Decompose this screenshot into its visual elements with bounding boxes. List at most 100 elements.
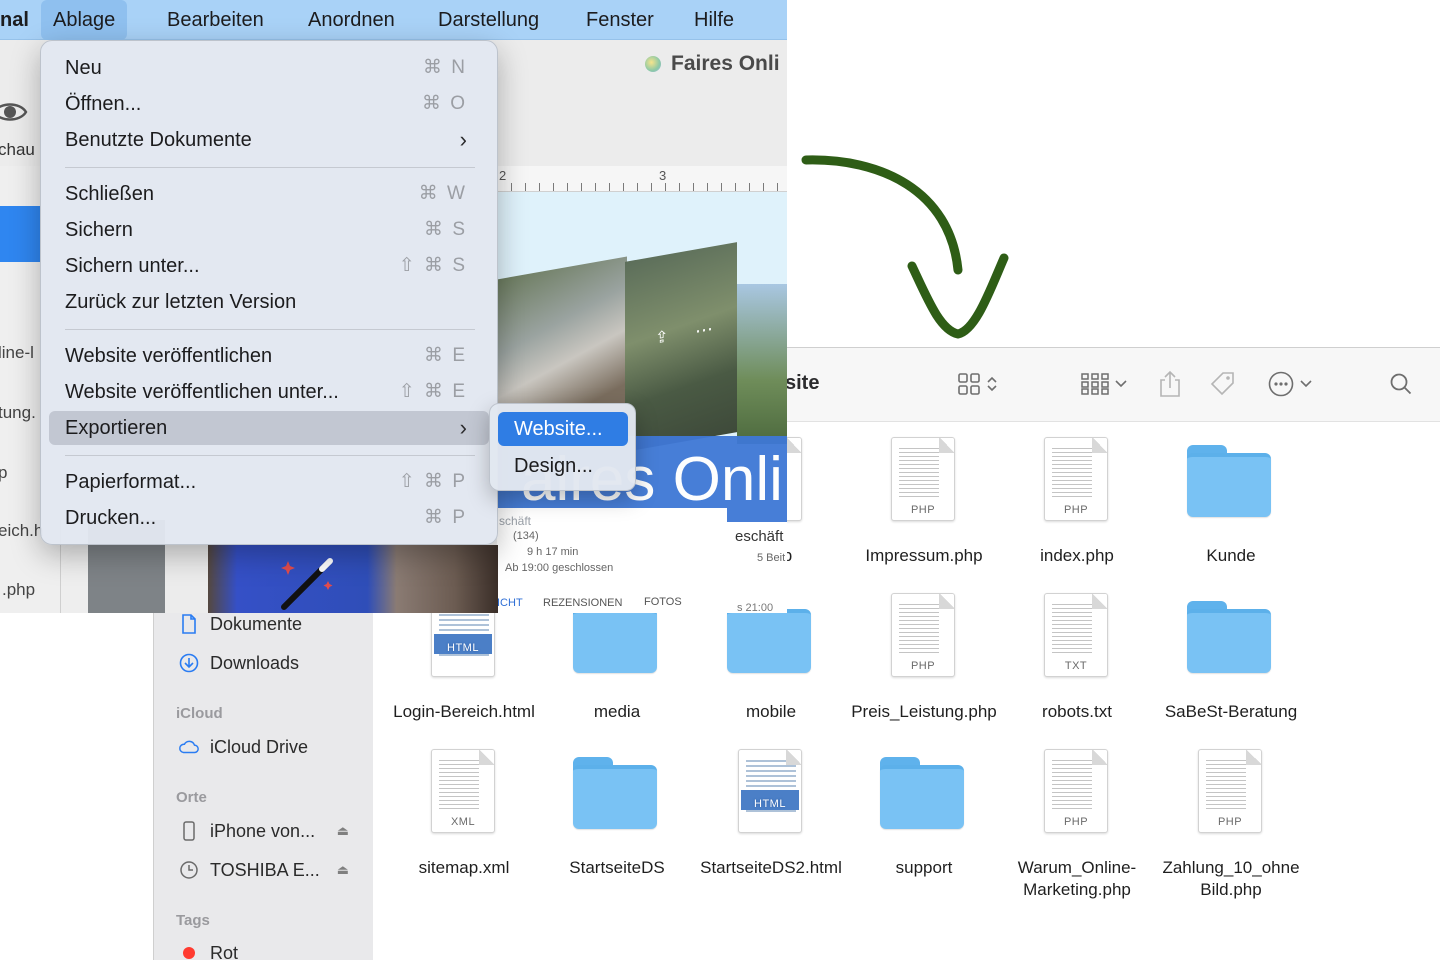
- menu-hilfe[interactable]: Hilfe: [682, 0, 746, 40]
- menu-fenster[interactable]: Fenster: [574, 0, 666, 40]
- photo-mockup: [737, 284, 787, 444]
- window-title: site: [785, 372, 820, 394]
- eject-icon[interactable]: ⏏: [337, 862, 349, 878]
- file-item-robots-txt[interactable]: TXT robots.txt: [1002, 593, 1152, 743]
- file-item-startseiteds[interactable]: StartseiteDS: [542, 749, 692, 899]
- menu-item-label: Website veröffentlichen: [65, 345, 273, 367]
- menu-item-sichern[interactable]: Sichern ⌘ S: [49, 213, 489, 247]
- chevron-right-icon: ›: [459, 415, 467, 440]
- menu-separator: [65, 329, 475, 330]
- xml-file-icon: XML: [431, 749, 495, 833]
- menu-bearbeiten[interactable]: Bearbeiten: [155, 0, 276, 40]
- file-item-startseiteds2-html[interactable]: HTML StartseiteDS2.html: [696, 749, 846, 899]
- file-item-sabest-beratung[interactable]: SaBeSt-Beratung: [1156, 593, 1306, 743]
- share-icon[interactable]: [1159, 370, 1181, 398]
- sidebar-section-tags: Tags: [176, 912, 210, 929]
- file-item-impressum-php[interactable]: PHP Impressum.php: [849, 437, 999, 587]
- file-item-warum-online-marketing-php[interactable]: PHP Warum_Online-Marketing.php: [1002, 749, 1152, 899]
- eject-icon[interactable]: ⏏: [337, 823, 349, 839]
- menu-item-schließen[interactable]: Schließen ⌘ W: [49, 177, 489, 211]
- menu-item-öffnen[interactable]: Öffnen... ⌘ O: [49, 87, 489, 121]
- menu-darstellung[interactable]: Darstellung: [426, 0, 551, 40]
- menu-item-label: Sichern: [65, 219, 133, 241]
- file-name: StartseiteDS2.html: [700, 858, 842, 877]
- view-grid-icon[interactable]: [958, 370, 998, 398]
- file-item-sitemap-xml[interactable]: XML sitemap.xml: [389, 749, 539, 899]
- shortcut-label: ⌘ N: [423, 57, 467, 78]
- file-item-kunde[interactable]: Kunde: [1156, 437, 1306, 587]
- file-name: support: [895, 858, 953, 877]
- file-item-login-bereich-html[interactable]: HTML Login-Bereich.html: [389, 593, 539, 743]
- sidebar-item-icloud-drive[interactable]: iCloud Drive: [178, 734, 363, 760]
- shortcut-label: ⌘ S: [424, 219, 467, 240]
- menu-item-sichern-unter[interactable]: Sichern unter... ⇧ ⌘ S: [49, 249, 489, 283]
- group-icon[interactable]: [1081, 370, 1127, 398]
- file-extension-badge: PHP: [1063, 504, 1089, 516]
- file-name: sitemap.xml: [418, 858, 510, 877]
- file-name: index.php: [1040, 546, 1114, 565]
- menu-item-drucken[interactable]: Drucken... ⌘ P: [49, 501, 489, 535]
- more-icon[interactable]: [1268, 370, 1312, 398]
- shortcut-label: ⇧ ⌘ P: [398, 471, 467, 492]
- folder-icon: [1187, 445, 1271, 517]
- sidebar-section-orte: Orte: [176, 789, 207, 806]
- sidebar-tag-rot[interactable]: Rot: [178, 940, 363, 960]
- file-item-mobile[interactable]: mobile: [696, 593, 846, 743]
- submenu-item-design[interactable]: Design...: [498, 449, 628, 483]
- php-file-icon: PHP: [1044, 437, 1108, 521]
- disk-icon: [178, 860, 200, 880]
- menu-item-website-veröffentlichen[interactable]: Website veröffentlichen ⌘ E: [49, 339, 489, 373]
- keynote-window: nal Ablage Bearbeiten Anordnen Darstellu…: [0, 0, 787, 613]
- menu-anordnen[interactable]: Anordnen: [296, 0, 407, 40]
- folder-icon: [880, 757, 964, 829]
- menu-item-label: Exportieren: [65, 417, 168, 439]
- file-menu: Neu ⌘ N Öffnen... ⌘ O Benutzte Dokumente › Sch…: [40, 40, 498, 545]
- keynote-doc-icon: [645, 56, 661, 72]
- menu-item-zurück-zur-letzten-version[interactable]: Zurück zur letzten Version: [49, 285, 489, 319]
- sidebar-item-label: iPhone von...: [210, 820, 316, 841]
- shortcut-label: ⌘ E: [424, 345, 467, 366]
- php-file-icon: PHP: [891, 437, 955, 521]
- menu-item-label: Schließen: [65, 183, 154, 205]
- menu-item-label: Benutzte Dokumente: [65, 129, 252, 151]
- php-file-icon: PHP: [891, 593, 955, 677]
- sidebar-section-icloud: iCloud: [176, 705, 223, 722]
- menu-item-exportieren[interactable]: Exportieren ›: [49, 411, 489, 445]
- file-item-zahlung-10-ohne-bild-php[interactable]: PHP Zahlung_10_ohne Bild.php: [1156, 749, 1306, 899]
- tag-icon[interactable]: [1209, 370, 1237, 398]
- toolbar-label: chau: [0, 140, 35, 159]
- file-extension-badge: HTML: [754, 798, 786, 810]
- search-icon[interactable]: [1389, 370, 1413, 398]
- eye-icon[interactable]: [0, 94, 28, 135]
- selected-slide-indicator[interactable]: [0, 206, 40, 262]
- file-item-media[interactable]: media: [542, 593, 692, 743]
- menu-item-website-veröffentlichen-unter[interactable]: Website veröffentlichen unter... ⇧ ⌘ E: [49, 375, 489, 409]
- sidebar-item-toshiba[interactable]: TOSHIBA E... ⏏: [178, 857, 363, 883]
- sidebar-item-label: Downloads: [210, 652, 300, 673]
- menu-item-label: Öffnen...: [65, 93, 142, 115]
- sidebar-item-dokumente[interactable]: Dokumente: [178, 611, 363, 637]
- menu-item-benutzte-dokumente[interactable]: Benutzte Dokumente ›: [49, 123, 489, 157]
- file-item-preis-leistung-php[interactable]: PHP Preis_Leistung.php: [849, 593, 999, 743]
- submenu-item-website[interactable]: Website...: [498, 412, 628, 446]
- file-name: robots.txt: [1042, 702, 1112, 721]
- annotation-arrow-icon: [801, 155, 1009, 339]
- file-item-support[interactable]: support: [849, 749, 999, 899]
- file-extension-badge: PHP: [1063, 816, 1089, 828]
- menu-item-neu[interactable]: Neu ⌘ N: [49, 51, 489, 85]
- file-name: Preis_Leistung.php: [851, 702, 997, 721]
- sidebar-item-label: iCloud Drive: [210, 736, 309, 757]
- sidebar-item-downloads[interactable]: Downloads: [178, 650, 363, 676]
- file-name: Impressum.php: [865, 546, 983, 565]
- info-card-second: eschäft 5 Beit s 21:00: [727, 522, 787, 613]
- file-name: media: [593, 702, 641, 721]
- menu-ablage[interactable]: Ablage: [41, 0, 128, 40]
- menu-app-name[interactable]: nal: [0, 0, 41, 40]
- file-extension-badge: TXT: [1064, 660, 1088, 672]
- file-item-index-php[interactable]: PHP index.php: [1002, 437, 1152, 587]
- sidebar-item-iphone[interactable]: iPhone von... ⏏: [178, 818, 363, 844]
- share-icon: ⇪: [655, 328, 669, 348]
- document-title: Faires Onli: [645, 52, 780, 76]
- menu-item-papierformat[interactable]: Papierformat... ⇧ ⌘ P: [49, 465, 489, 499]
- tag-dot-icon: [178, 947, 200, 959]
